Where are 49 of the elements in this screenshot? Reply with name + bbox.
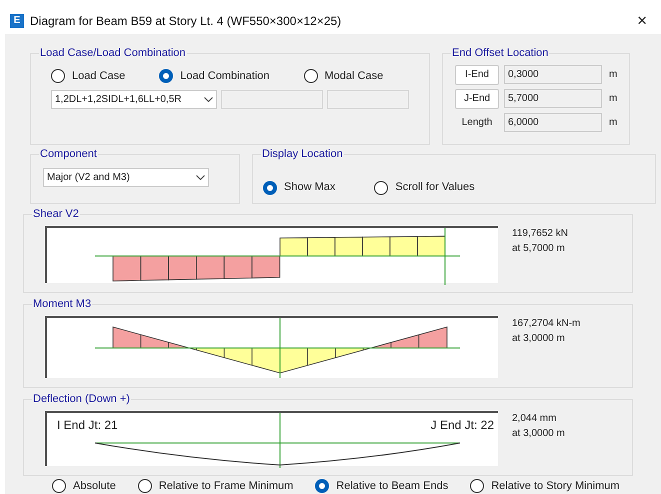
- radio-button[interactable]: [470, 478, 484, 493]
- length-label: Length: [460, 116, 494, 130]
- group-title: Display Location: [261, 146, 344, 160]
- chevron-down-icon: [204, 97, 213, 102]
- radio-button[interactable]: [51, 68, 65, 83]
- max-value-label: 2,044 mm: [512, 412, 558, 426]
- max-value-label: at 5,7000 m: [512, 242, 566, 256]
- radio-button[interactable]: [263, 180, 277, 194]
- max-value-label: 167,2704 kN-m: [512, 316, 580, 330]
- radio-label: Absolute: [73, 478, 116, 494]
- radio-label: Relative to Frame Minimum: [158, 478, 294, 494]
- window-title: Diagram for Beam B59 at Story Lt. 4 (WF550×300×12×25): [30, 12, 342, 30]
- chevron-down-icon: [196, 174, 205, 180]
- unit-label: m: [609, 68, 618, 82]
- unit-label: m: [609, 92, 618, 106]
- radio-button[interactable]: [52, 478, 66, 493]
- max-value-label: at 3,0000 m: [512, 332, 566, 346]
- radio-label: Load Combination: [180, 68, 270, 84]
- group-title: Deflection (Down +): [32, 392, 131, 406]
- unit-label: m: [609, 116, 618, 130]
- offset-field: 5,7000: [504, 89, 602, 108]
- radio-label: Relative to Beam Ends: [336, 478, 448, 494]
- radio-button[interactable]: [374, 180, 388, 194]
- max-value-label: at 3,0000 m: [512, 426, 565, 440]
- end-button[interactable]: I-End: [455, 64, 499, 84]
- group-title: Load Case/Load Combination: [39, 46, 187, 60]
- component-dropdown[interactable]: Major (V2 and M3): [43, 168, 209, 186]
- joint-label: J End Jt: 22: [430, 416, 494, 434]
- group-title: End Offset Location: [451, 46, 550, 60]
- radio-button[interactable]: [304, 68, 318, 83]
- offset-field: 0,3000: [504, 65, 602, 84]
- radio-label: Modal Case: [324, 68, 384, 84]
- end-button[interactable]: J-End: [455, 88, 499, 108]
- radio-label: Show Max: [284, 180, 336, 196]
- radio-button[interactable]: [159, 68, 174, 83]
- max-value-label: 119,7652 kN: [512, 226, 568, 240]
- group-title: Shear V2: [32, 206, 80, 220]
- radio-label: Relative to Story Minimum: [491, 478, 620, 494]
- app-logo: E: [10, 14, 24, 28]
- offset-field: 6,0000: [504, 113, 602, 132]
- close-button[interactable]: ×: [637, 12, 647, 30]
- combo-dropdown[interactable]: 1,2DL+1,2SIDL+1,6LL+0,5R: [51, 90, 217, 109]
- group-title: Moment M3: [32, 296, 92, 310]
- radio-label: Load Case: [72, 68, 126, 84]
- radio-label: Scroll for Values: [395, 180, 475, 196]
- joint-label: I End Jt: 21: [57, 416, 118, 434]
- radio-button[interactable]: [138, 478, 152, 493]
- radio-button[interactable]: [315, 478, 330, 493]
- group-title: Component: [39, 146, 98, 160]
